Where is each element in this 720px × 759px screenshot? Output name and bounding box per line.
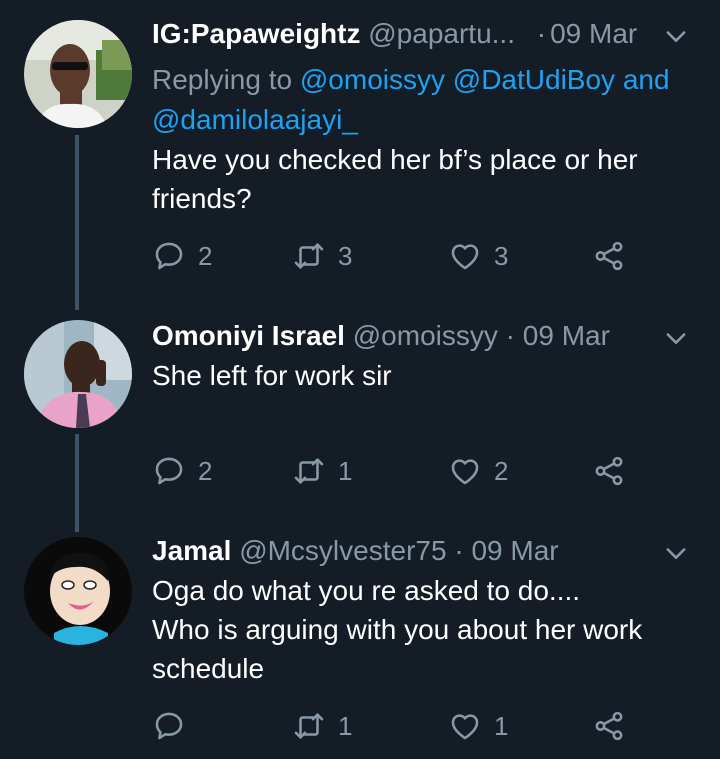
share-icon (595, 456, 623, 486)
separator: · (536, 18, 547, 49)
username[interactable]: @Mcsylvester75 (239, 535, 446, 566)
text-line: schedule (152, 653, 265, 684)
reply-button[interactable] (152, 706, 198, 746)
retweet-icon (294, 713, 324, 739)
reply-button[interactable]: 2 (152, 236, 212, 276)
display-name[interactable]: Jamal (152, 535, 231, 566)
thread-line (75, 434, 79, 532)
text-line: Who is arguing with you about her work (152, 614, 643, 645)
like-icon (451, 459, 479, 485)
share-button[interactable] (592, 236, 626, 276)
like-count: 2 (494, 455, 509, 486)
replying-to: Replying to @omoissyy @DatUdiBoy and @da… (152, 60, 692, 140)
replying-prefix: Replying to (152, 64, 293, 95)
avatar[interactable] (24, 537, 132, 645)
username[interactable]: @omoissyy (353, 320, 498, 351)
display-name[interactable]: Omoniyi Israel (152, 320, 345, 351)
mention-conjunction: and (622, 64, 670, 95)
tweet-text: Oga do what you re asked to do.... Who i… (152, 571, 692, 688)
separator: · (454, 535, 464, 566)
timestamp[interactable]: 09 Mar (550, 18, 637, 49)
action-bar: 1 1 (152, 706, 672, 746)
reply-icon (155, 712, 183, 740)
like-button[interactable]: 3 (448, 236, 508, 276)
avatar[interactable] (24, 320, 132, 428)
reply-icon (155, 242, 183, 270)
display-name[interactable]: IG:Papaweightz (152, 18, 360, 49)
tweet-header: Omoniyi Israel @omoissyy · 09 Mar (152, 316, 690, 356)
timestamp[interactable]: 09 Mar (471, 535, 558, 566)
chevron-down-icon[interactable] (662, 22, 690, 50)
reply-count: 2 (198, 455, 213, 486)
like-count: 1 (494, 710, 509, 741)
retweet-count: 1 (338, 710, 353, 741)
like-button[interactable]: 2 (448, 451, 508, 491)
text-line: Have you checked her bf’s place or her (152, 144, 638, 175)
text-line: Oga do what you re asked to do.... (152, 575, 581, 606)
mention-link[interactable]: @damilolaajayi_ (152, 104, 358, 135)
tweet-text: Have you checked her bf’s place or her f… (152, 140, 692, 218)
thread-line (75, 135, 79, 310)
retweet-button[interactable]: 1 (292, 451, 352, 491)
mention-link[interactable]: @DatUdiBoy (453, 64, 615, 95)
share-button[interactable] (592, 706, 626, 746)
avatar[interactable] (24, 20, 132, 128)
retweet-icon (294, 458, 324, 484)
action-bar: 2 3 3 (152, 236, 672, 276)
reply-count: 2 (198, 240, 213, 271)
username[interactable]: @papartu... (368, 18, 515, 49)
tweet-header: Jamal @Mcsylvester75 · 09 Mar (152, 531, 690, 571)
retweet-button[interactable]: 1 (292, 706, 352, 746)
timestamp[interactable]: 09 Mar (523, 320, 610, 351)
retweet-count: 1 (338, 455, 353, 486)
share-button[interactable] (592, 451, 626, 491)
retweet-icon (294, 243, 324, 269)
tweet-text: She left for work sir (152, 356, 692, 395)
tweet-header: IG:Papaweightz @papartu... · 09 Mar (152, 14, 690, 54)
retweet-count: 3 (338, 240, 353, 271)
like-icon (451, 244, 479, 270)
text-line: She left for work sir (152, 360, 392, 391)
reply-icon (155, 457, 183, 485)
retweet-button[interactable]: 3 (292, 236, 352, 276)
chevron-down-icon[interactable] (662, 539, 690, 567)
separator: · (505, 320, 515, 351)
mention-link[interactable]: @omoissyy (300, 64, 445, 95)
like-count: 3 (494, 240, 509, 271)
share-icon (595, 241, 623, 271)
like-icon (451, 714, 479, 740)
text-line: friends? (152, 183, 252, 214)
like-button[interactable]: 1 (448, 706, 508, 746)
action-bar: 2 1 2 (152, 451, 672, 491)
chevron-down-icon[interactable] (662, 324, 690, 352)
share-icon (595, 711, 623, 741)
reply-button[interactable]: 2 (152, 451, 212, 491)
